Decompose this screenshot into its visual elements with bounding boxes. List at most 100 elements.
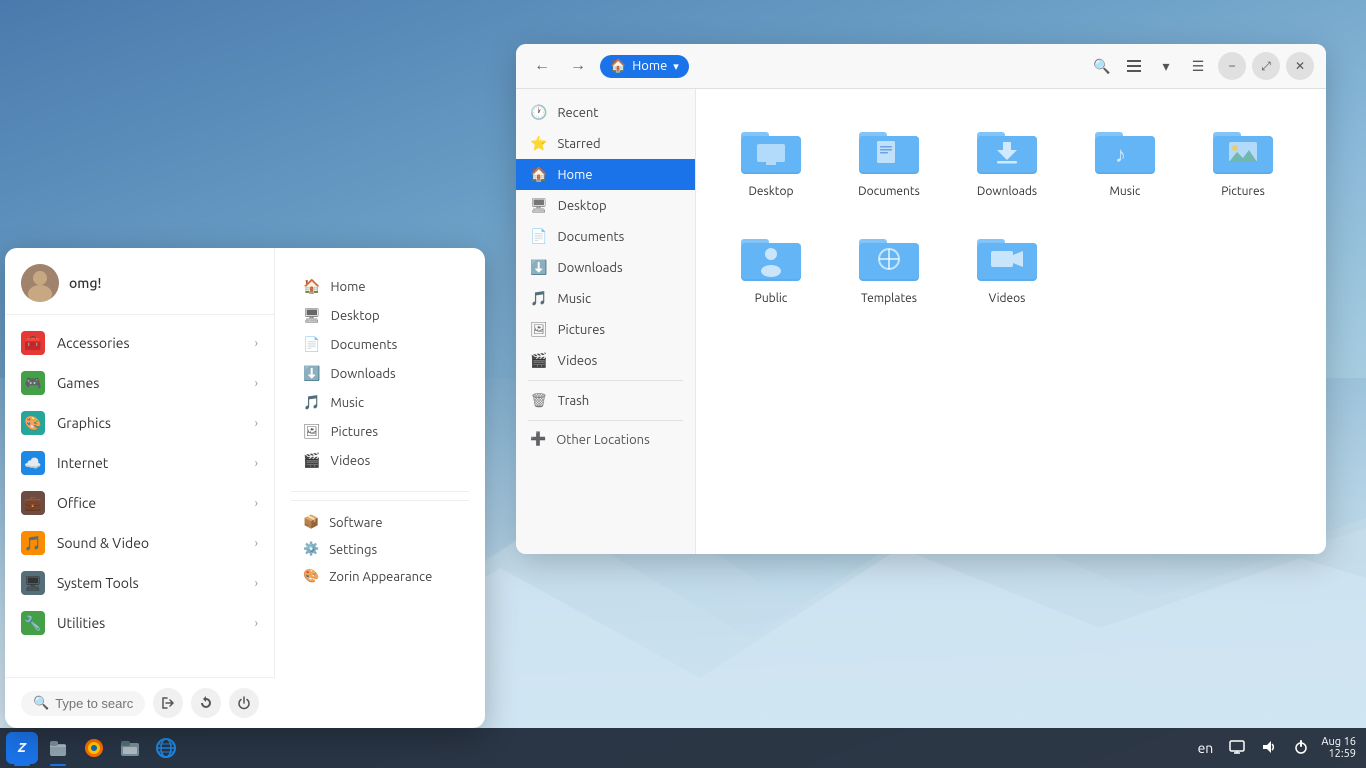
zorin-menu-button[interactable]: Z <box>6 732 38 764</box>
category-games[interactable]: 🎮 Games › <box>5 363 274 403</box>
place-home[interactable]: 🏠 Home <box>291 272 469 301</box>
taskbar-browser-button[interactable] <box>150 732 182 764</box>
view-list-button[interactable] <box>1120 52 1148 80</box>
folder-desktop-icon <box>736 119 806 179</box>
sidebar-item-music[interactable]: 🎵 Music <box>516 283 695 314</box>
desktop-sidebar-icon: 🖥 <box>530 197 548 214</box>
system-tools-chevron: › <box>255 577 258 590</box>
location-bar[interactable]: 🏠 Home ▾ <box>600 55 689 78</box>
place-music[interactable]: 🎵 Music <box>291 388 469 417</box>
taskbar-firefox-button[interactable] <box>78 732 110 764</box>
category-utilities[interactable]: 🔧 Utilities › <box>5 603 274 643</box>
start-menu: omg! 🧰 Accessories › 🎮 G <box>5 248 485 728</box>
place-downloads[interactable]: ⬇️ Downloads <box>291 359 469 388</box>
sidebar-item-recent[interactable]: 🕐 Recent <box>516 97 695 128</box>
sidebar-item-desktop[interactable]: 🖥 Desktop <box>516 190 695 221</box>
user-avatar <box>21 264 59 302</box>
user-name-label: omg! <box>69 275 101 291</box>
folder-public[interactable]: Public <box>716 216 826 315</box>
folder-desktop[interactable]: Desktop <box>716 109 826 208</box>
start-footer: 🔍 <box>5 677 275 728</box>
start-menu-places: 🏠 Home 🖥 Desktop 📄 Documents ⬇️ Download… <box>275 248 485 728</box>
system-settings[interactable]: ⚙️ Settings <box>303 536 457 563</box>
taskbar: Z <box>0 728 1366 768</box>
power-tray-icon[interactable] <box>1289 739 1313 758</box>
folder-templates[interactable]: Templates <box>834 216 944 315</box>
category-sound-video[interactable]: 🎵 Sound & Video › <box>5 523 274 563</box>
sidebar-item-documents[interactable]: 📄 Documents <box>516 221 695 252</box>
sidebar-item-home[interactable]: 🏠 Home <box>516 159 695 190</box>
trash-sidebar-icon: 🗑 <box>530 392 548 409</box>
sidebar-label-music: Music <box>557 292 591 306</box>
folder-templates-icon <box>854 226 924 286</box>
sidebar-label-downloads: Downloads <box>557 261 622 275</box>
zorin-appearance-label: Zorin Appearance <box>329 570 432 584</box>
sidebar-item-downloads[interactable]: ⬇️ Downloads <box>516 252 695 283</box>
volume-icon[interactable] <box>1257 739 1281 758</box>
taskbar-right: en Aug 16 12:59 <box>1184 736 1366 760</box>
place-pictures[interactable]: 🖼 Pictures <box>291 417 469 446</box>
sidebar-item-pictures[interactable]: 🖼 Pictures <box>516 314 695 345</box>
folder-videos-label: Videos <box>989 292 1026 305</box>
sidebar-divider <box>528 380 683 381</box>
system-zorin-appearance[interactable]: 🎨 Zorin Appearance <box>303 563 457 590</box>
place-desktop[interactable]: 🖥 Desktop <box>291 301 469 330</box>
minimize-button[interactable]: − <box>1218 52 1246 80</box>
category-system-tools[interactable]: 🖥 System Tools › <box>5 563 274 603</box>
search-button[interactable]: 🔍 <box>1088 52 1116 80</box>
forward-button[interactable]: → <box>564 52 592 80</box>
software-icon: 📦 <box>303 515 319 530</box>
search-wrap: 🔍 <box>21 691 145 716</box>
place-home-label: Home <box>330 280 365 294</box>
screen-icon[interactable] <box>1225 739 1249 758</box>
maximize-button[interactable]: ⤢ <box>1252 52 1280 80</box>
folder-pictures[interactable]: Pictures <box>1188 109 1298 208</box>
lang-indicator[interactable]: en <box>1194 740 1218 756</box>
place-documents[interactable]: 📄 Documents <box>291 330 469 359</box>
sidebar-item-videos[interactable]: 🎬 Videos <box>516 345 695 376</box>
sidebar-item-starred[interactable]: ⭐ Starred <box>516 128 695 159</box>
system-tools-icon: 🖥 <box>21 571 45 595</box>
svg-text:♪: ♪ <box>1115 142 1126 167</box>
refresh-button[interactable] <box>191 688 221 718</box>
folder-videos[interactable]: Videos <box>952 216 1062 315</box>
home-sidebar-icon: 🏠 <box>530 166 547 183</box>
place-documents-label: Documents <box>330 338 397 352</box>
folder-documents-label: Documents <box>858 185 920 198</box>
taskbar-files-button[interactable] <box>42 732 74 764</box>
clock[interactable]: Aug 16 12:59 <box>1321 736 1356 760</box>
place-home-icon: 🏠 <box>303 278 320 295</box>
sidebar-item-other-locations[interactable]: ➕ Other Locations <box>516 425 695 454</box>
place-videos[interactable]: 🎬 Videos <box>291 446 469 475</box>
downloads-sidebar-icon: ⬇️ <box>530 259 547 276</box>
more-menu-button[interactable]: ☰ <box>1184 52 1212 80</box>
sidebar-label-home: Home <box>557 168 592 182</box>
zorin-logo: Z <box>18 741 26 755</box>
file-manager-window: ← → 🏠 Home ▾ 🔍 ▾ ☰ − ⤢ ✕ 🕐 Recent <box>516 44 1326 554</box>
folder-downloads[interactable]: Downloads <box>952 109 1062 208</box>
category-internet[interactable]: ☁️ Internet › <box>5 443 274 483</box>
taskbar-nautilus-button[interactable] <box>114 732 146 764</box>
close-button[interactable]: ✕ <box>1286 52 1314 80</box>
place-downloads-label: Downloads <box>330 367 395 381</box>
graphics-label: Graphics <box>57 415 111 431</box>
system-software[interactable]: 📦 Software <box>303 509 457 536</box>
folder-documents[interactable]: Documents <box>834 109 944 208</box>
folder-pictures-icon <box>1208 119 1278 179</box>
back-button[interactable]: ← <box>528 52 556 80</box>
folder-pictures-label: Pictures <box>1221 185 1265 198</box>
category-office[interactable]: 💼 Office › <box>5 483 274 523</box>
view-toggle-button[interactable]: ▾ <box>1152 52 1180 80</box>
category-accessories[interactable]: 🧰 Accessories › <box>5 323 274 363</box>
category-graphics[interactable]: 🎨 Graphics › <box>5 403 274 443</box>
logout-button[interactable] <box>153 688 183 718</box>
search-input[interactable] <box>55 696 133 711</box>
folder-music[interactable]: ♪ Music <box>1070 109 1180 208</box>
sidebar-item-trash[interactable]: 🗑 Trash <box>516 385 695 416</box>
graphics-chevron: › <box>255 417 258 430</box>
location-label: Home <box>632 59 667 73</box>
time-label: 12:59 <box>1328 748 1356 760</box>
places-divider <box>291 491 469 492</box>
documents-sidebar-icon: 📄 <box>530 228 547 245</box>
power-button[interactable] <box>229 688 259 718</box>
